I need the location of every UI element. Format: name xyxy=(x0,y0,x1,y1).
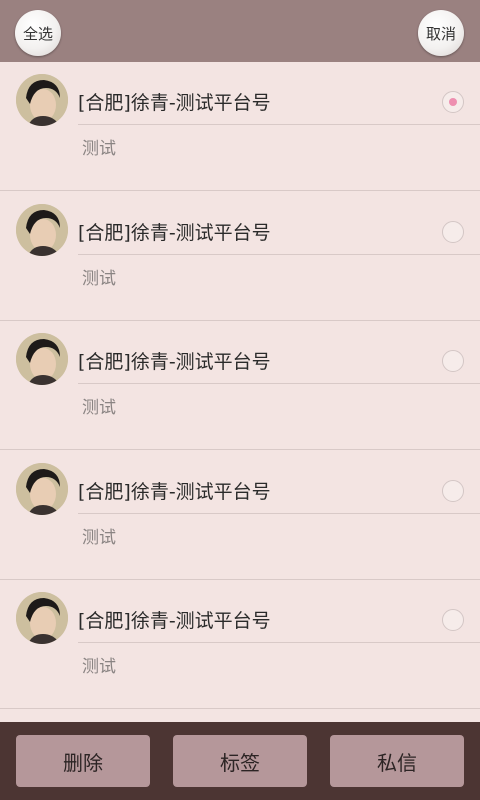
contact-subtitle: 测试 xyxy=(82,657,116,677)
avatar xyxy=(16,333,68,385)
avatar xyxy=(16,204,68,256)
select-radio[interactable] xyxy=(442,221,464,243)
contact-name: [合肥]徐青-测试平台号 xyxy=(78,351,271,373)
cancel-button[interactable]: 取消 xyxy=(418,10,464,56)
list-item[interactable]: [合肥]徐青-测试平台号 测试 xyxy=(0,580,480,709)
avatar xyxy=(16,592,68,644)
select-radio[interactable] xyxy=(442,480,464,502)
delete-button[interactable]: 删除 xyxy=(16,735,150,787)
list-item[interactable]: [合肥]徐青-测试平台号 测试 xyxy=(0,451,480,580)
private-message-button[interactable]: 私信 xyxy=(330,735,464,787)
select-radio[interactable] xyxy=(442,350,464,372)
select-all-button[interactable]: 全选 xyxy=(15,10,61,56)
select-radio[interactable] xyxy=(442,91,464,113)
contact-name: [合肥]徐青-测试平台号 xyxy=(78,222,271,244)
divider xyxy=(78,513,480,514)
tag-button[interactable]: 标签 xyxy=(173,735,307,787)
contact-subtitle: 测试 xyxy=(82,398,116,418)
divider xyxy=(78,254,480,255)
avatar xyxy=(16,74,68,126)
select-radio[interactable] xyxy=(442,609,464,631)
divider xyxy=(78,124,480,125)
bottom-action-bar: 删除 标签 私信 xyxy=(0,722,480,800)
list-item[interactable]: [合肥]徐青-测试平台号 测试 xyxy=(0,62,480,191)
contact-name: [合肥]徐青-测试平台号 xyxy=(78,610,271,632)
contact-subtitle: 测试 xyxy=(82,528,116,548)
contact-list: [合肥]徐青-测试平台号 测试 [合肥]徐青-测试平台号 测试 [合肥]徐青-测… xyxy=(0,62,480,722)
list-item[interactable]: [合肥]徐青-测试平台号 测试 xyxy=(0,192,480,321)
avatar xyxy=(16,463,68,515)
contact-name: [合肥]徐青-测试平台号 xyxy=(78,92,271,114)
contact-subtitle: 测试 xyxy=(82,269,116,289)
divider xyxy=(78,642,480,643)
contact-name: [合肥]徐青-测试平台号 xyxy=(78,481,271,503)
top-bar: 全选 取消 xyxy=(0,0,480,62)
divider xyxy=(78,383,480,384)
list-item[interactable]: [合肥]徐青-测试平台号 测试 xyxy=(0,321,480,450)
contact-subtitle: 测试 xyxy=(82,139,116,159)
